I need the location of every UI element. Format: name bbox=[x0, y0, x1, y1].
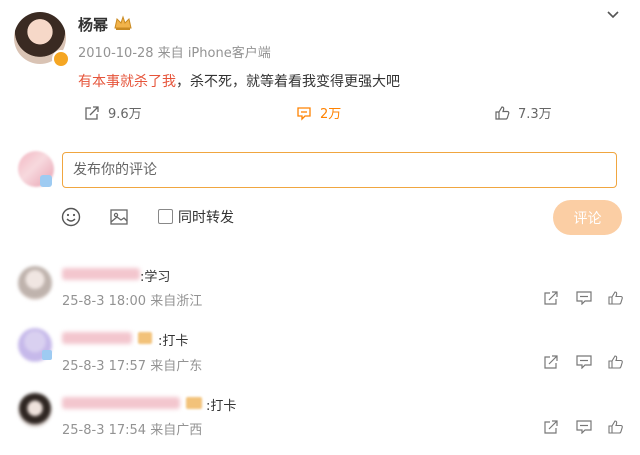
comment-text: :学习 bbox=[140, 270, 171, 285]
share-icon bbox=[85, 105, 99, 120]
post-meta: 2010-10-28 来自 iPhone客户端 bbox=[78, 46, 271, 61]
chevron-down-icon[interactable] bbox=[606, 8, 620, 24]
post-content: 有本事就杀了我，杀不死，就等着看我变得更强大吧 bbox=[78, 71, 400, 91]
thumbs-up-icon[interactable] bbox=[608, 291, 624, 305]
user-badge-icon bbox=[40, 175, 52, 187]
thumbs-up-icon[interactable] bbox=[608, 355, 624, 369]
post-content-highlight[interactable]: 有本事就杀了我 bbox=[78, 74, 176, 90]
comment-icon[interactable] bbox=[576, 420, 592, 434]
like-action[interactable]: 7.3万 bbox=[494, 103, 552, 122]
comment-icon bbox=[297, 106, 311, 121]
comment-input[interactable] bbox=[62, 152, 617, 188]
share-action[interactable]: 9.6万 bbox=[84, 103, 142, 122]
fan-badge-icon bbox=[186, 397, 202, 409]
comment-text: :打卡 bbox=[206, 399, 237, 414]
post-content-text: ，杀不死，就等着看我变得更强大吧 bbox=[176, 74, 400, 90]
comment-icon[interactable] bbox=[576, 291, 592, 305]
crown-icon bbox=[114, 15, 132, 31]
comment-text: :打卡 bbox=[158, 334, 189, 349]
verified-badge-icon bbox=[52, 50, 70, 68]
share-icon[interactable] bbox=[543, 355, 559, 369]
image-icon[interactable] bbox=[108, 206, 130, 228]
commenter-name-blurred[interactable] bbox=[62, 332, 132, 344]
author-name[interactable]: 杨幂 bbox=[78, 14, 108, 35]
submit-comment-button[interactable]: 评论 bbox=[553, 200, 622, 235]
comment-meta: 25-8-3 18:00 来自浙江 bbox=[62, 294, 203, 309]
comment-icon[interactable] bbox=[576, 355, 592, 369]
share-icon[interactable] bbox=[543, 291, 559, 305]
emoji-icon[interactable] bbox=[60, 206, 82, 228]
user-badge-icon bbox=[42, 350, 52, 360]
thumbs-up-icon bbox=[495, 105, 510, 120]
share-icon[interactable] bbox=[543, 420, 559, 434]
comment-count: 2万 bbox=[320, 107, 342, 122]
comment-meta: 25-8-3 17:57 来自广东 bbox=[62, 359, 203, 374]
commenter-avatar[interactable] bbox=[18, 266, 52, 300]
repost-label[interactable]: 同时转发 bbox=[178, 207, 234, 227]
comment-action[interactable]: 2万 bbox=[296, 103, 341, 122]
commenter-avatar[interactable] bbox=[18, 393, 52, 427]
comment-meta: 25-8-3 17:54 来自广西 bbox=[62, 423, 203, 438]
thumbs-up-icon[interactable] bbox=[608, 420, 624, 434]
share-count: 9.6万 bbox=[108, 107, 142, 122]
commenter-name-blurred[interactable] bbox=[62, 397, 180, 409]
repost-checkbox[interactable] bbox=[158, 209, 173, 224]
like-count: 7.3万 bbox=[518, 107, 552, 122]
fan-badge-icon bbox=[138, 332, 152, 344]
commenter-name-blurred[interactable] bbox=[62, 268, 140, 280]
